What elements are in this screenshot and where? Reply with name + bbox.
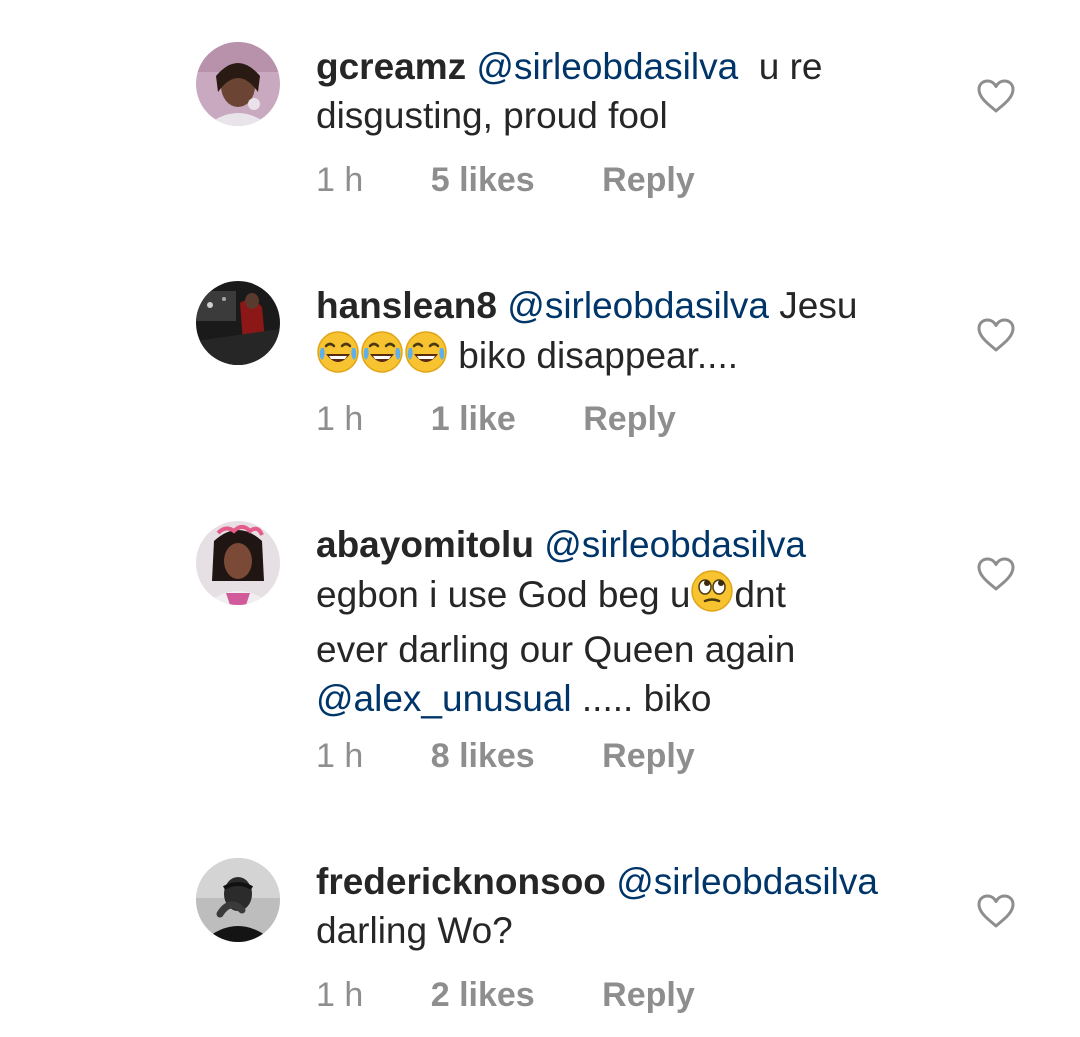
comment-likes[interactable]: 5 likes <box>431 160 535 200</box>
comment-body-line: dnt <box>734 574 786 615</box>
comment-mention[interactable]: @alex_unusual <box>316 678 572 719</box>
reply-button[interactable]: Reply <box>602 736 695 776</box>
comment-body-line: ever darling our Queen again <box>316 629 796 670</box>
comment-likes[interactable]: 8 likes <box>431 736 535 776</box>
comment-text: fredericknonsoo @sirleobdasilva darling … <box>316 857 956 955</box>
comment-username[interactable]: hanslean8 <box>316 285 497 326</box>
avatar[interactable] <box>196 281 280 365</box>
comment-meta: 1 h 2 likes Reply <box>316 975 695 1015</box>
comment-item: hanslean8 @sirleobdasilva Jesu biko disa… <box>0 240 1080 480</box>
avatar[interactable] <box>196 858 280 942</box>
comment-body-line: darling Wo? <box>316 910 513 951</box>
comment-mention[interactable]: @sirleobdasilva <box>616 861 878 902</box>
comment-username[interactable]: abayomitolu <box>316 524 534 565</box>
comment-username[interactable]: fredericknonsoo <box>316 861 606 902</box>
comment-text: abayomitolu @sirleobdasilva egbon i use … <box>316 520 956 723</box>
comment-body: Jesu <box>779 285 858 326</box>
comment-meta: 1 h 8 likes Reply <box>316 736 695 776</box>
comment-mention[interactable]: @sirleobdasilva <box>476 46 738 87</box>
comment-body-line: biko disappear.... <box>458 335 739 376</box>
reply-button[interactable]: Reply <box>583 399 676 439</box>
comment-meta: 1 h 1 like Reply <box>316 399 676 439</box>
comment-mention[interactable]: @sirleobdasilva <box>544 524 806 565</box>
rolling-eyes-face-icon <box>690 569 734 625</box>
comment-likes[interactable]: 1 like <box>431 399 516 439</box>
avatar[interactable] <box>196 521 280 605</box>
comment-likes[interactable]: 2 likes <box>431 975 535 1015</box>
face-with-tears-of-joy-icon <box>316 330 360 386</box>
comment-time: 1 h <box>316 976 364 1014</box>
comment-text: gcreamz @sirleobdasilva u re disgusting,… <box>316 42 956 140</box>
like-heart-icon[interactable] <box>976 556 1016 592</box>
comment-time: 1 h <box>316 737 364 775</box>
like-heart-icon[interactable] <box>976 78 1016 114</box>
face-with-tears-of-joy-icon <box>404 330 448 386</box>
reply-button[interactable]: Reply <box>602 975 695 1015</box>
comment-body-line: ..... biko <box>581 678 712 719</box>
comment-body-line: disgusting, proud fool <box>316 95 668 136</box>
like-heart-icon[interactable] <box>976 317 1016 353</box>
like-heart-icon[interactable] <box>976 893 1016 929</box>
comment-body-line: egbon i use God beg u <box>316 574 691 615</box>
comment-time: 1 h <box>316 161 364 199</box>
comment-time: 1 h <box>316 400 364 438</box>
avatar[interactable] <box>196 42 280 126</box>
comment-item: gcreamz @sirleobdasilva u re disgusting,… <box>0 0 1080 240</box>
reply-button[interactable]: Reply <box>602 160 695 200</box>
comment-body: u re <box>758 46 823 87</box>
comment-mention[interactable]: @sirleobdasilva <box>507 285 769 326</box>
comment-meta: 1 h 5 likes Reply <box>316 160 695 200</box>
comment-username[interactable]: gcreamz <box>316 46 466 87</box>
comment-text: hanslean8 @sirleobdasilva Jesu biko disa… <box>316 281 956 386</box>
comment-item: fredericknonsoo @sirleobdasilva darling … <box>0 820 1080 1037</box>
comment-item: abayomitolu @sirleobdasilva egbon i use … <box>0 480 1080 820</box>
face-with-tears-of-joy-icon <box>360 330 404 386</box>
